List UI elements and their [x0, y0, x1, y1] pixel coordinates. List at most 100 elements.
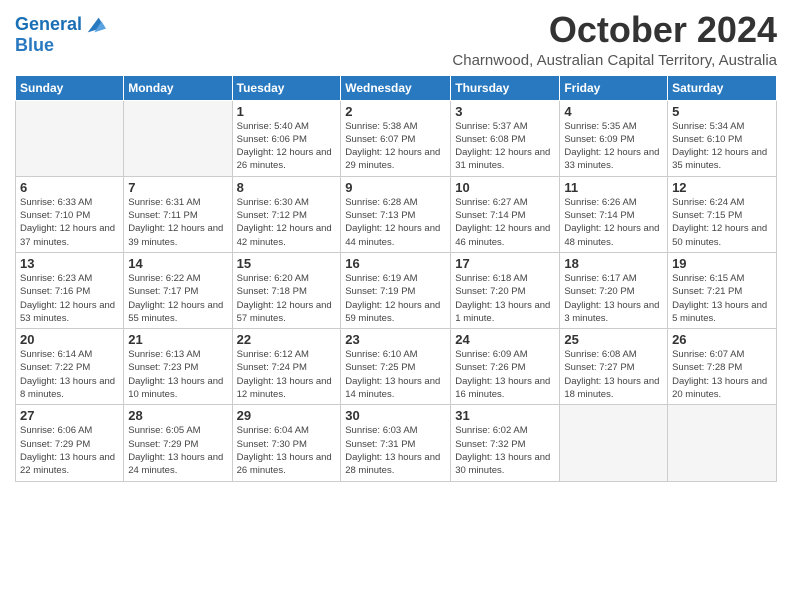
day-info: Sunrise: 6:04 AM Sunset: 7:30 PM Dayligh…	[237, 424, 337, 477]
day-number: 13	[20, 256, 119, 271]
day-info: Sunrise: 6:30 AM Sunset: 7:12 PM Dayligh…	[237, 196, 337, 249]
day-info: Sunrise: 6:26 AM Sunset: 7:14 PM Dayligh…	[564, 196, 663, 249]
week-row-1: 6Sunrise: 6:33 AM Sunset: 7:10 PM Daylig…	[16, 176, 777, 252]
day-info: Sunrise: 6:24 AM Sunset: 7:15 PM Dayligh…	[672, 196, 772, 249]
calendar-cell: 22Sunrise: 6:12 AM Sunset: 7:24 PM Dayli…	[232, 329, 341, 405]
day-number: 12	[672, 180, 772, 195]
col-sunday: Sunday	[16, 75, 124, 100]
day-info: Sunrise: 6:07 AM Sunset: 7:28 PM Dayligh…	[672, 348, 772, 401]
calendar-cell: 27Sunrise: 6:06 AM Sunset: 7:29 PM Dayli…	[16, 405, 124, 481]
day-number: 5	[672, 104, 772, 119]
day-number: 1	[237, 104, 337, 119]
day-info: Sunrise: 6:08 AM Sunset: 7:27 PM Dayligh…	[564, 348, 663, 401]
day-number: 26	[672, 332, 772, 347]
calendar-cell: 8Sunrise: 6:30 AM Sunset: 7:12 PM Daylig…	[232, 176, 341, 252]
calendar-cell: 28Sunrise: 6:05 AM Sunset: 7:29 PM Dayli…	[124, 405, 232, 481]
day-number: 20	[20, 332, 119, 347]
day-number: 10	[455, 180, 555, 195]
day-number: 9	[345, 180, 446, 195]
day-info: Sunrise: 6:17 AM Sunset: 7:20 PM Dayligh…	[564, 272, 663, 325]
calendar-cell: 4Sunrise: 5:35 AM Sunset: 6:09 PM Daylig…	[560, 100, 668, 176]
calendar-cell: 9Sunrise: 6:28 AM Sunset: 7:13 PM Daylig…	[341, 176, 451, 252]
day-info: Sunrise: 5:34 AM Sunset: 6:10 PM Dayligh…	[672, 120, 772, 173]
day-info: Sunrise: 6:18 AM Sunset: 7:20 PM Dayligh…	[455, 272, 555, 325]
day-info: Sunrise: 6:03 AM Sunset: 7:31 PM Dayligh…	[345, 424, 446, 477]
day-info: Sunrise: 6:13 AM Sunset: 7:23 PM Dayligh…	[128, 348, 227, 401]
calendar-cell	[560, 405, 668, 481]
day-number: 23	[345, 332, 446, 347]
header-row: Sunday Monday Tuesday Wednesday Thursday…	[16, 75, 777, 100]
calendar-cell: 17Sunrise: 6:18 AM Sunset: 7:20 PM Dayli…	[451, 252, 560, 328]
calendar-cell: 11Sunrise: 6:26 AM Sunset: 7:14 PM Dayli…	[560, 176, 668, 252]
header: General Blue October 2024 Charnwood, Aus…	[15, 10, 777, 69]
day-info: Sunrise: 6:02 AM Sunset: 7:32 PM Dayligh…	[455, 424, 555, 477]
day-number: 18	[564, 256, 663, 271]
day-number: 14	[128, 256, 227, 271]
logo-area: General Blue	[15, 10, 106, 56]
day-number: 4	[564, 104, 663, 119]
calendar-cell: 26Sunrise: 6:07 AM Sunset: 7:28 PM Dayli…	[668, 329, 777, 405]
day-number: 7	[128, 180, 227, 195]
col-tuesday: Tuesday	[232, 75, 341, 100]
calendar-cell: 10Sunrise: 6:27 AM Sunset: 7:14 PM Dayli…	[451, 176, 560, 252]
calendar-cell: 29Sunrise: 6:04 AM Sunset: 7:30 PM Dayli…	[232, 405, 341, 481]
calendar-cell: 20Sunrise: 6:14 AM Sunset: 7:22 PM Dayli…	[16, 329, 124, 405]
day-info: Sunrise: 5:35 AM Sunset: 6:09 PM Dayligh…	[564, 120, 663, 173]
calendar-cell: 31Sunrise: 6:02 AM Sunset: 7:32 PM Dayli…	[451, 405, 560, 481]
col-saturday: Saturday	[668, 75, 777, 100]
calendar-cell: 2Sunrise: 5:38 AM Sunset: 6:07 PM Daylig…	[341, 100, 451, 176]
day-info: Sunrise: 6:06 AM Sunset: 7:29 PM Dayligh…	[20, 424, 119, 477]
calendar-cell: 25Sunrise: 6:08 AM Sunset: 7:27 PM Dayli…	[560, 329, 668, 405]
calendar-cell: 16Sunrise: 6:19 AM Sunset: 7:19 PM Dayli…	[341, 252, 451, 328]
calendar-cell: 18Sunrise: 6:17 AM Sunset: 7:20 PM Dayli…	[560, 252, 668, 328]
calendar-cell: 23Sunrise: 6:10 AM Sunset: 7:25 PM Dayli…	[341, 329, 451, 405]
week-row-2: 13Sunrise: 6:23 AM Sunset: 7:16 PM Dayli…	[16, 252, 777, 328]
day-number: 16	[345, 256, 446, 271]
day-number: 28	[128, 408, 227, 423]
day-number: 15	[237, 256, 337, 271]
day-info: Sunrise: 6:22 AM Sunset: 7:17 PM Dayligh…	[128, 272, 227, 325]
col-thursday: Thursday	[451, 75, 560, 100]
day-info: Sunrise: 6:12 AM Sunset: 7:24 PM Dayligh…	[237, 348, 337, 401]
day-number: 27	[20, 408, 119, 423]
calendar-cell: 1Sunrise: 5:40 AM Sunset: 6:06 PM Daylig…	[232, 100, 341, 176]
day-info: Sunrise: 6:05 AM Sunset: 7:29 PM Dayligh…	[128, 424, 227, 477]
day-info: Sunrise: 6:10 AM Sunset: 7:25 PM Dayligh…	[345, 348, 446, 401]
day-info: Sunrise: 6:23 AM Sunset: 7:16 PM Dayligh…	[20, 272, 119, 325]
day-number: 30	[345, 408, 446, 423]
week-row-0: 1Sunrise: 5:40 AM Sunset: 6:06 PM Daylig…	[16, 100, 777, 176]
day-number: 29	[237, 408, 337, 423]
calendar-cell	[668, 405, 777, 481]
day-number: 25	[564, 332, 663, 347]
logo-icon	[84, 14, 106, 36]
calendar-cell: 6Sunrise: 6:33 AM Sunset: 7:10 PM Daylig…	[16, 176, 124, 252]
week-row-4: 27Sunrise: 6:06 AM Sunset: 7:29 PM Dayli…	[16, 405, 777, 481]
day-number: 24	[455, 332, 555, 347]
day-info: Sunrise: 5:38 AM Sunset: 6:07 PM Dayligh…	[345, 120, 446, 173]
day-info: Sunrise: 6:28 AM Sunset: 7:13 PM Dayligh…	[345, 196, 446, 249]
col-wednesday: Wednesday	[341, 75, 451, 100]
day-info: Sunrise: 6:19 AM Sunset: 7:19 PM Dayligh…	[345, 272, 446, 325]
day-info: Sunrise: 6:15 AM Sunset: 7:21 PM Dayligh…	[672, 272, 772, 325]
day-info: Sunrise: 6:33 AM Sunset: 7:10 PM Dayligh…	[20, 196, 119, 249]
day-info: Sunrise: 6:09 AM Sunset: 7:26 PM Dayligh…	[455, 348, 555, 401]
subtitle: Charnwood, Australian Capital Territory,…	[452, 52, 777, 69]
day-info: Sunrise: 6:27 AM Sunset: 7:14 PM Dayligh…	[455, 196, 555, 249]
calendar-cell: 13Sunrise: 6:23 AM Sunset: 7:16 PM Dayli…	[16, 252, 124, 328]
calendar-cell: 21Sunrise: 6:13 AM Sunset: 7:23 PM Dayli…	[124, 329, 232, 405]
day-number: 6	[20, 180, 119, 195]
page: General Blue October 2024 Charnwood, Aus…	[0, 0, 792, 492]
calendar-cell: 24Sunrise: 6:09 AM Sunset: 7:26 PM Dayli…	[451, 329, 560, 405]
calendar-cell	[124, 100, 232, 176]
calendar-cell: 3Sunrise: 5:37 AM Sunset: 6:08 PM Daylig…	[451, 100, 560, 176]
day-number: 2	[345, 104, 446, 119]
week-row-3: 20Sunrise: 6:14 AM Sunset: 7:22 PM Dayli…	[16, 329, 777, 405]
day-number: 19	[672, 256, 772, 271]
day-info: Sunrise: 6:20 AM Sunset: 7:18 PM Dayligh…	[237, 272, 337, 325]
calendar-cell: 7Sunrise: 6:31 AM Sunset: 7:11 PM Daylig…	[124, 176, 232, 252]
day-number: 21	[128, 332, 227, 347]
calendar-cell: 5Sunrise: 5:34 AM Sunset: 6:10 PM Daylig…	[668, 100, 777, 176]
month-title: October 2024	[452, 10, 777, 50]
day-number: 3	[455, 104, 555, 119]
calendar-cell: 19Sunrise: 6:15 AM Sunset: 7:21 PM Dayli…	[668, 252, 777, 328]
